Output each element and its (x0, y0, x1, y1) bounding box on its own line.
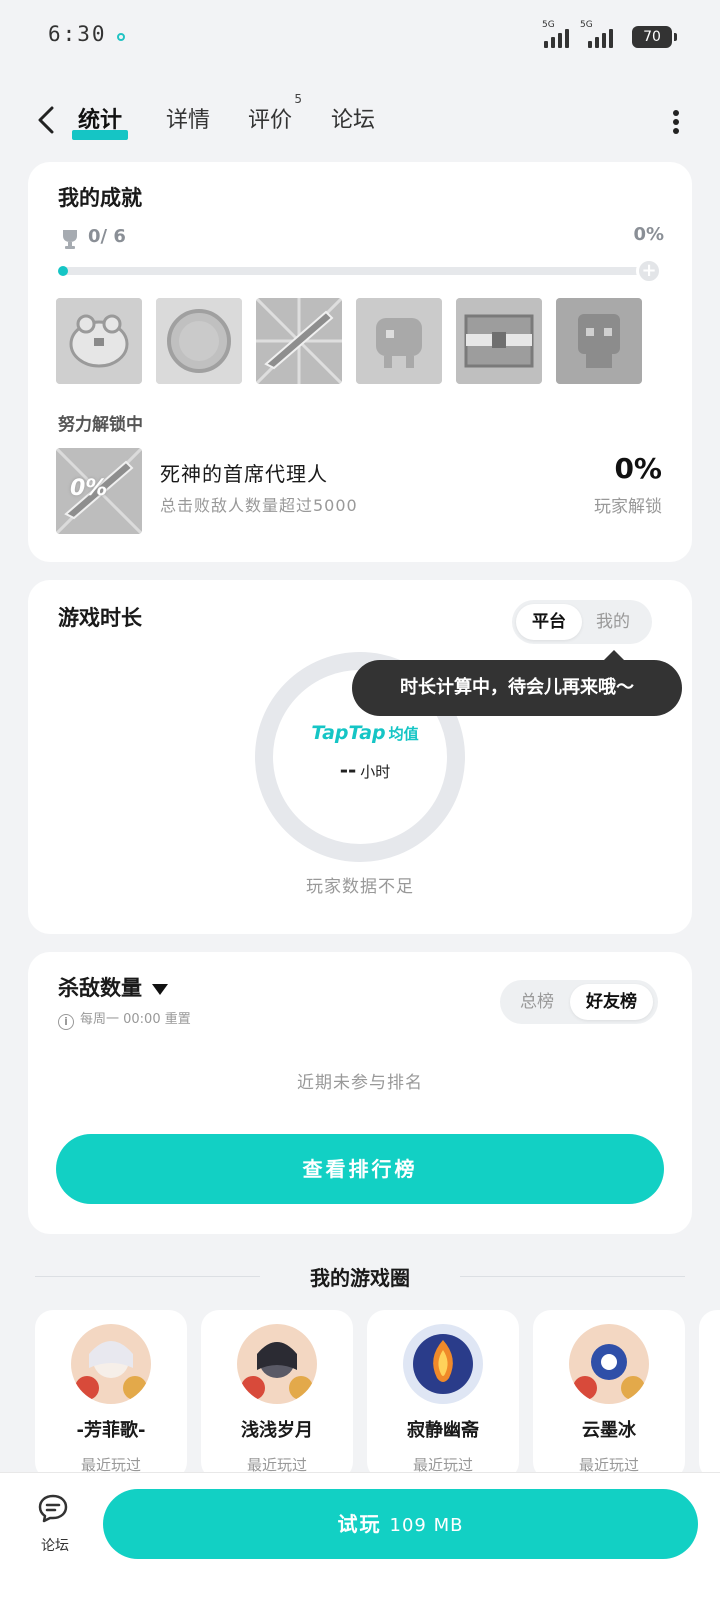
tab-reviews[interactable]: 评价 5 (248, 92, 302, 134)
friend-name: 浅浅岁月 (241, 1420, 313, 1441)
progress-end-icon (636, 258, 662, 284)
friends-list: -芳菲歌- 最近玩过 浅浅岁月 最近玩过 寂静幽斋 最近玩过 云墨冰 最近玩过 (35, 1310, 720, 1480)
reset-schedule: i 每周一 00:00 重置 (58, 1008, 191, 1030)
time-value: -- (339, 758, 357, 782)
signal-icon: 5G (542, 20, 572, 48)
tab-label: 统计 (78, 108, 123, 133)
trophy-icon (63, 230, 77, 249)
friend-card[interactable]: 寂静幽斋 最近玩过 (367, 1310, 519, 1480)
network-type-label-2: 5G (580, 20, 593, 30)
friend-name: 寂静幽斋 (407, 1420, 479, 1441)
taptap-average-label: TapTap 均值 (300, 722, 430, 744)
tab-forum[interactable]: 论坛 (331, 102, 375, 134)
info-icon: i (58, 1014, 74, 1030)
tab-details[interactable]: 详情 (166, 102, 210, 134)
notification-dot-icon (117, 33, 125, 41)
coin-badge-icon[interactable] (156, 298, 242, 384)
friend-name: -芳菲歌- (76, 1420, 146, 1441)
tab-label: 论坛 (331, 108, 376, 133)
view-leaderboard-button[interactable]: 查看排行榜 (56, 1134, 664, 1204)
play-label: 试玩 (337, 1512, 382, 1536)
more-options-icon[interactable] (664, 104, 688, 140)
forum-icon[interactable] (37, 1493, 73, 1525)
thumbnail-percent: 0% (70, 476, 108, 501)
game-time-toggle: 平台 我的 (512, 600, 652, 644)
game-time-card: 游戏时长 平台 我的 时长计算中，待会儿再来哦～ TapTap 均值 -- 小时 玩… (28, 580, 692, 934)
friend-name: 云墨冰 (582, 1420, 636, 1441)
status-bar: 6:30 5G 5G 70 (0, 0, 720, 72)
toggle-mine[interactable]: 我的 (580, 604, 646, 640)
play-demo-button[interactable]: 试玩 109 MB (103, 1489, 698, 1559)
achievement-unlock-percent: 0% (614, 452, 662, 485)
achievement-name: 死神的首席代理人 (160, 462, 328, 486)
frog-badge-icon[interactable] (56, 298, 142, 384)
time-unit: 小时 (360, 763, 391, 781)
avatar (569, 1324, 649, 1404)
back-arrow-icon[interactable] (30, 102, 66, 138)
network-type-label: 5G (542, 20, 555, 30)
battery-icon: 70 (632, 26, 677, 48)
toggle-overall[interactable]: 总榜 (504, 984, 570, 1020)
bottom-action-bar: 论坛 试玩 109 MB (0, 1472, 720, 1601)
friend-card[interactable]: 云墨冰 最近玩过 (533, 1310, 685, 1480)
friend-card[interactable]: 浅浅岁月 最近玩过 (201, 1310, 353, 1480)
achievement-count: 0/ 6 (88, 226, 126, 247)
toggle-platform[interactable]: 平台 (516, 604, 582, 640)
avatar (237, 1324, 317, 1404)
leaderboard-toggle: 总榜 好友榜 (500, 980, 658, 1024)
skull-badge-icon[interactable] (556, 298, 642, 384)
no-ranking-text: 近期未参与排名 (297, 1073, 423, 1093)
divider-right (460, 1276, 685, 1277)
unlocking-label: 努力解锁中 (58, 415, 143, 435)
creature-badge-icon[interactable] (356, 298, 442, 384)
average-time-value: -- 小时 (300, 758, 430, 782)
toggle-friends[interactable]: 好友榜 (570, 984, 653, 1020)
achievement-progress-bar (62, 267, 648, 275)
insufficient-data-note: 玩家数据不足 (306, 877, 414, 897)
achievements-title: 我的成就 (58, 186, 142, 210)
friend-card[interactable]: -芳菲歌- 最近玩过 (35, 1310, 187, 1480)
achievement-percent: 0% (633, 224, 664, 245)
forum-label[interactable]: 论坛 (30, 1535, 80, 1555)
achievement-description: 总击败敌人数量超过5000 (160, 496, 358, 515)
signal-icon-2: 5G (580, 20, 613, 48)
reset-text: 每周一 00:00 重置 (80, 1012, 191, 1027)
current-achievement-thumbnail[interactable]: 0% (56, 448, 142, 534)
achievement-badges (56, 298, 642, 384)
calculating-tooltip: 时长计算中，待会儿再来哦～ (352, 650, 682, 716)
review-count-badge: 5 (294, 92, 303, 106)
status-time: 6:30 (48, 22, 107, 46)
game-time-title: 游戏时长 (58, 606, 142, 630)
brand-suffix: 均值 (388, 725, 419, 743)
download-size: 109 MB (389, 1515, 464, 1536)
kills-title[interactable]: 杀敌数量 (58, 972, 168, 1002)
achievement-unlock-label: 玩家解锁 (594, 497, 662, 517)
avatar (403, 1324, 483, 1404)
kills-title-text: 杀敌数量 (58, 976, 142, 1000)
tab-stats[interactable]: 统计 (72, 102, 129, 140)
tab-label: 详情 (166, 108, 211, 133)
avatar (71, 1324, 151, 1404)
dropdown-caret-icon (152, 983, 168, 995)
sword-badge-icon[interactable] (256, 298, 342, 384)
friend-card-partial[interactable] (699, 1310, 720, 1480)
achievements-card[interactable]: 我的成就 0/ 6 0% + 努力解锁中 0% 死神的首席代理人 总击败敌人数量… (28, 162, 692, 562)
brand-name: TapTap (311, 722, 386, 744)
top-nav: 统计 详情 评价 5 论坛 (0, 90, 720, 150)
kills-card: 杀敌数量 i 每周一 00:00 重置 总榜 好友榜 近期未参与排名 查看排行榜 (28, 952, 692, 1234)
chest-badge-icon[interactable] (456, 298, 542, 384)
progress-start-dot (58, 266, 68, 276)
tab-label: 评价 (248, 108, 293, 133)
